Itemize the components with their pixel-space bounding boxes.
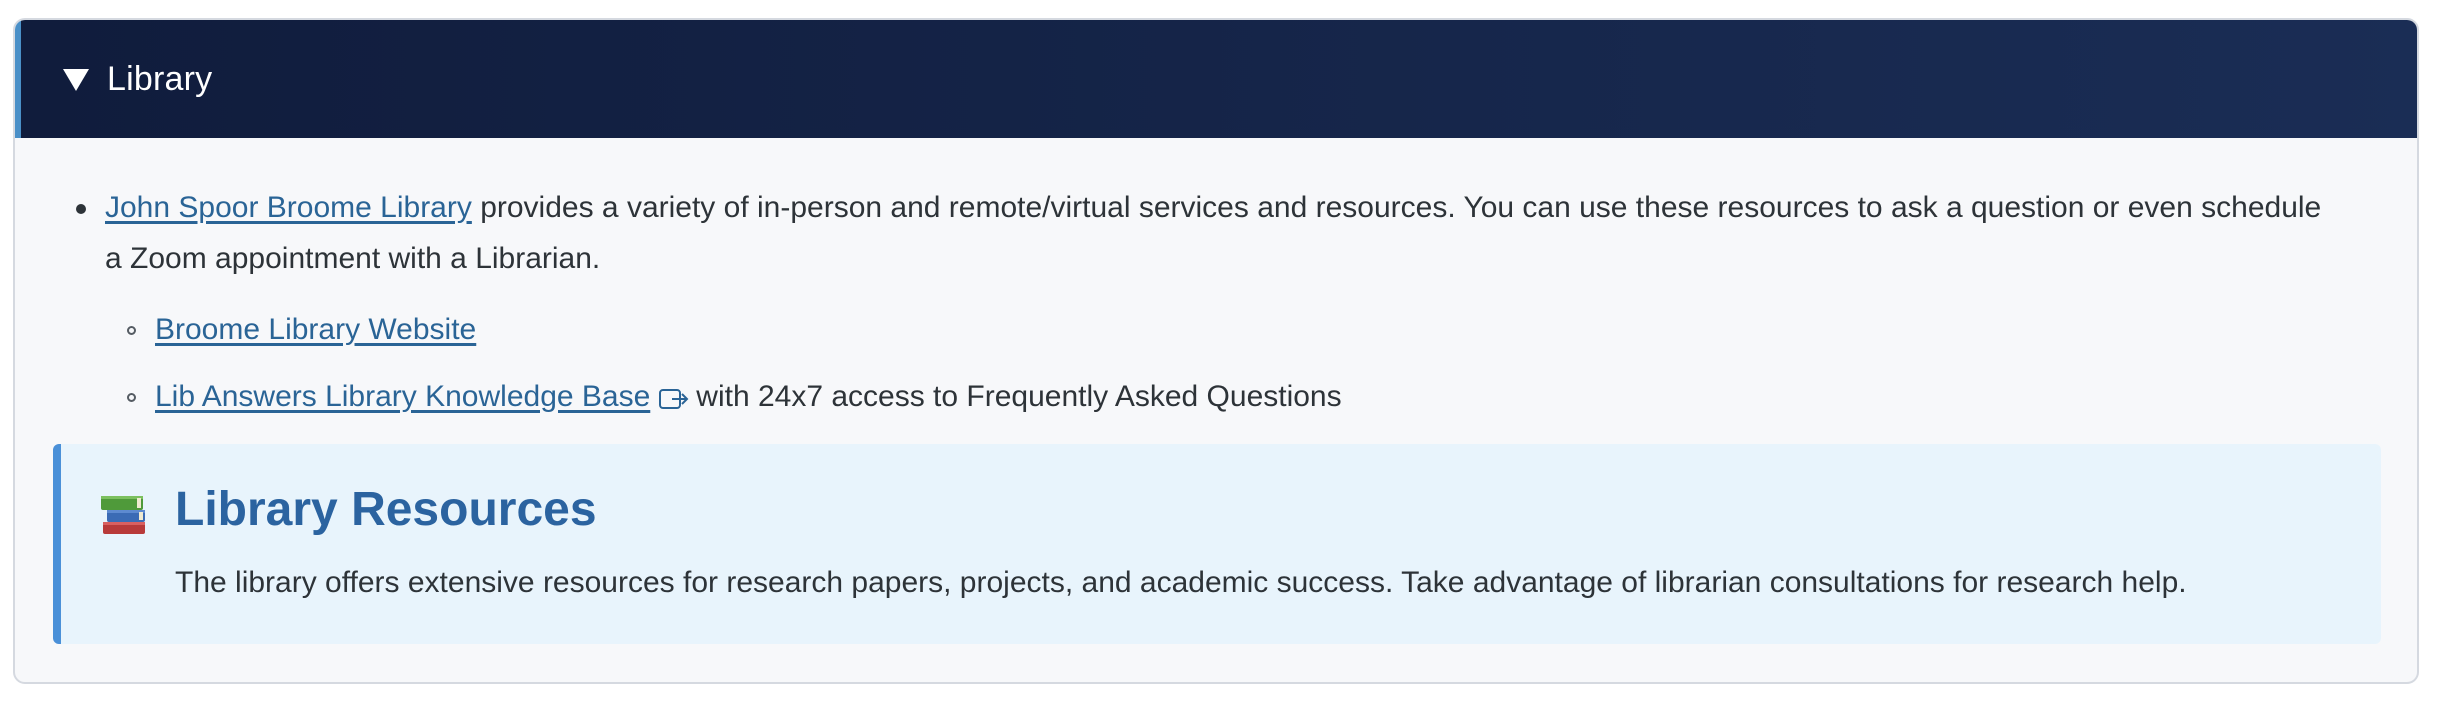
- library-resources-callout: Library Resources The library offers ext…: [53, 444, 2381, 644]
- sub-list-item: Broome Library Website: [127, 310, 476, 350]
- library-accordion: Library John Spoor Broome Library provid…: [13, 18, 2419, 684]
- triangle-down-icon: [63, 69, 89, 91]
- bullet-circle: [127, 393, 136, 402]
- accordion-title: Library: [107, 59, 213, 98]
- list-item-main: John Spoor Broome Library provides a var…: [76, 182, 2325, 284]
- lib-answers-link[interactable]: Lib Answers Library Knowledge Base: [155, 380, 650, 413]
- list-item-text: with 24x7 access to Frequently Asked Que…: [696, 380, 1342, 413]
- external-link-icon[interactable]: [658, 385, 690, 411]
- broome-library-website-link[interactable]: Broome Library Website: [155, 313, 476, 346]
- sub-list-item: Lib Answers Library Knowledge Base with …: [127, 377, 1342, 417]
- bullet-disc: [76, 204, 86, 214]
- callout-title: Library Resources: [175, 483, 597, 536]
- bullet-circle: [127, 326, 136, 335]
- broome-library-link[interactable]: John Spoor Broome Library: [105, 191, 472, 224]
- accordion-header[interactable]: Library: [15, 20, 2417, 138]
- callout-text: The library offers extensive resources f…: [175, 566, 2187, 599]
- books-icon: [101, 496, 145, 534]
